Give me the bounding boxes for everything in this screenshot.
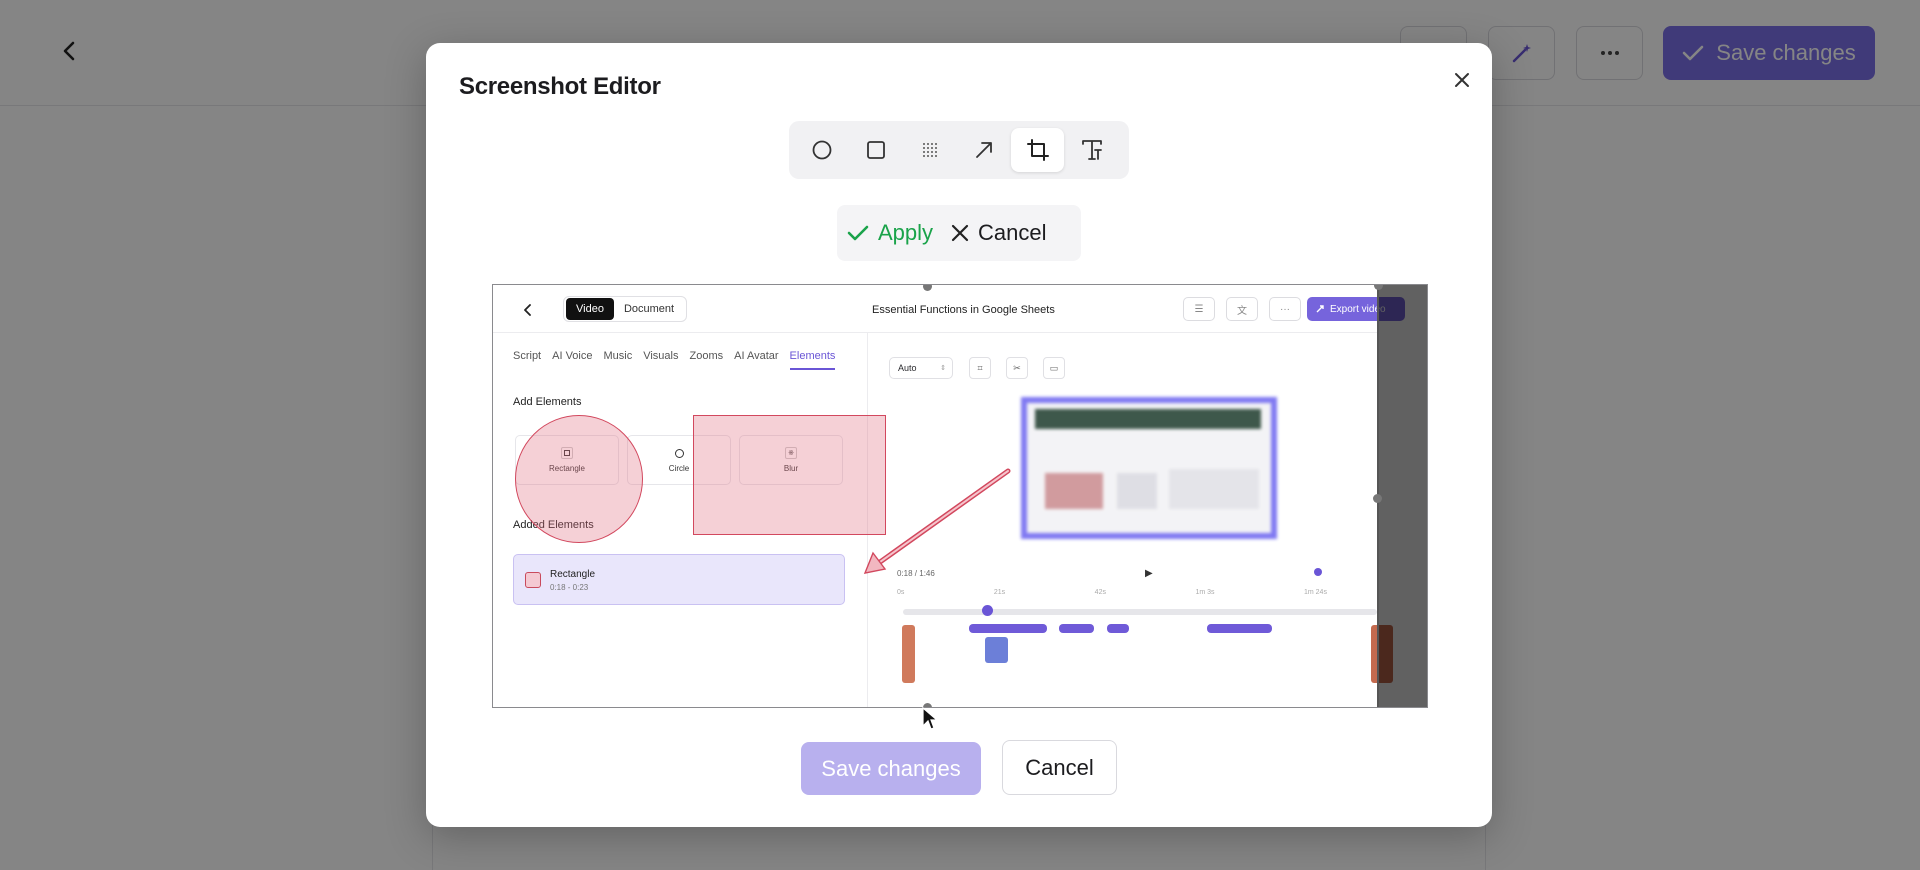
apply-crop-button[interactable]: Apply xyxy=(847,220,933,246)
circle-icon xyxy=(812,140,831,160)
screenshot-editor-modal: Screenshot Editor Apply Cancel Video Doc… xyxy=(426,43,1492,827)
arrow-annotation[interactable] xyxy=(493,285,1428,708)
arrow-icon xyxy=(975,142,992,158)
check-icon xyxy=(847,225,869,241)
crop-dim-area xyxy=(1377,285,1427,707)
cancel-crop-button[interactable]: Cancel xyxy=(951,220,1047,246)
crop-tool[interactable] xyxy=(1011,128,1064,172)
crop-actions: Apply Cancel xyxy=(837,205,1081,261)
crop-handle-right[interactable] xyxy=(1373,494,1382,503)
blur-tool[interactable] xyxy=(903,128,956,172)
modal-title: Screenshot Editor xyxy=(459,73,661,100)
text-tool[interactable] xyxy=(1065,128,1118,172)
mouse-cursor-icon xyxy=(922,707,938,730)
circle-tool[interactable] xyxy=(795,128,848,172)
close-button[interactable] xyxy=(1447,65,1477,95)
screenshot-canvas[interactable]: Video Document Essential Functions in Go… xyxy=(492,284,1428,708)
save-label: Save changes xyxy=(821,755,961,781)
square-icon xyxy=(866,141,885,159)
arrow-tool[interactable] xyxy=(957,128,1010,172)
rectangle-tool[interactable] xyxy=(849,128,902,172)
save-changes-button[interactable]: Save changes xyxy=(801,742,981,795)
blur-dots-icon xyxy=(922,143,937,157)
crop-icon xyxy=(1026,139,1049,161)
cancel-button[interactable]: Cancel xyxy=(1002,740,1117,795)
annotation-toolbar xyxy=(789,121,1129,179)
cancel-crop-label: Cancel xyxy=(978,220,1047,245)
close-icon xyxy=(951,224,969,242)
apply-label: Apply xyxy=(878,220,934,245)
close-icon xyxy=(1455,73,1469,87)
text-icon xyxy=(1081,140,1102,160)
cancel-label: Cancel xyxy=(1025,754,1094,780)
